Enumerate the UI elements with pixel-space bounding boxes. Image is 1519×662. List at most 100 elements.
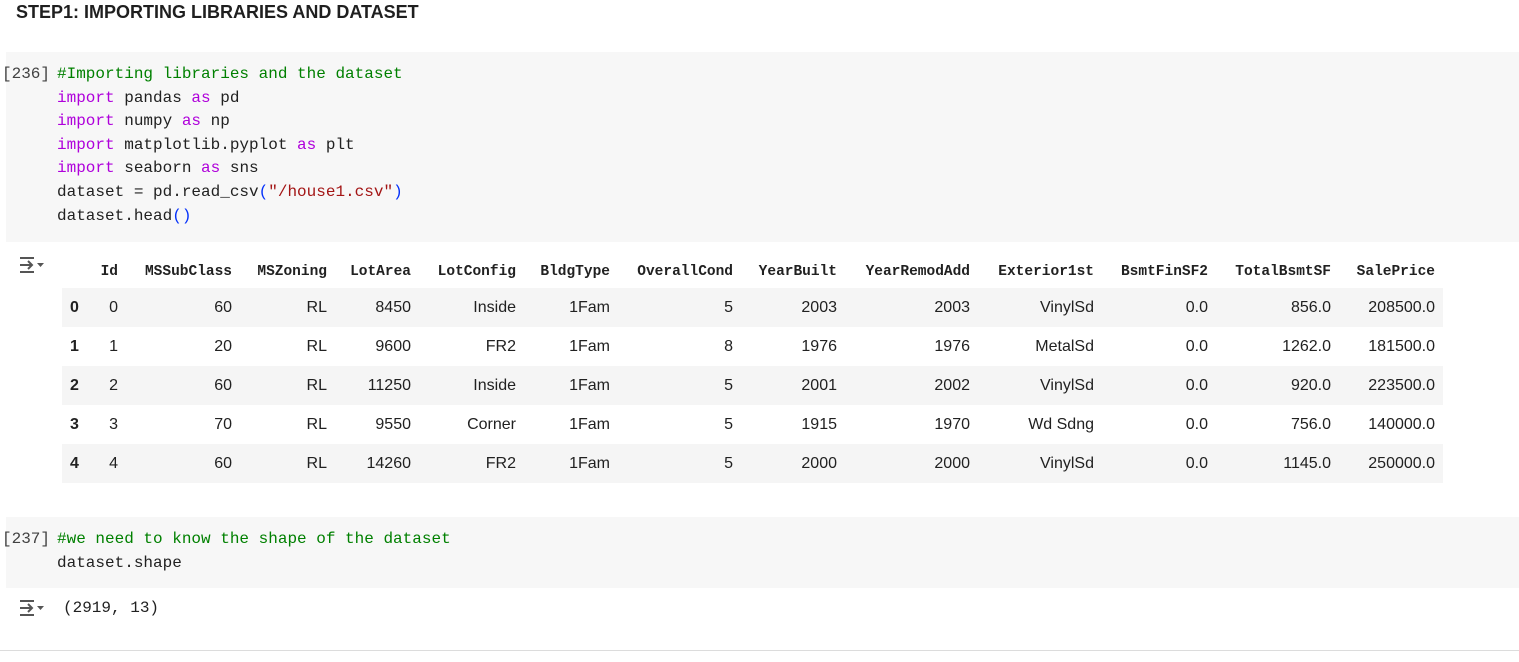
table-cell: 2003 <box>934 298 970 316</box>
table-cell: FR2 <box>485 337 516 355</box>
execution-count[interactable]: [237] <box>2 530 50 548</box>
section-heading: STEP1: IMPORTING LIBRARIES AND DATASET <box>16 2 419 22</box>
table-cell: 756.0 <box>1290 415 1331 433</box>
table-cell: 2000 <box>934 454 970 472</box>
column-header: LotConfig <box>437 264 516 280</box>
table-cell: 2000 <box>801 454 837 472</box>
output-toggle-icon[interactable] <box>18 599 46 617</box>
table-cell: Wd Sdng <box>1028 415 1094 433</box>
code-token: seaborn <box>114 159 202 178</box>
table-cell: 1976 <box>934 337 970 355</box>
table-cell: 208500.0 <box>1368 298 1435 316</box>
table-cell: 1Fam <box>569 454 610 472</box>
code-token: ) <box>393 182 403 201</box>
code-token: np <box>201 112 230 131</box>
table-cell: 920.0 <box>1290 376 1331 394</box>
table-cell: 0.0 <box>1185 376 1208 394</box>
table-cell: 3 <box>109 415 118 433</box>
column-header: OverallCond <box>637 264 733 280</box>
row-index: 1 <box>70 337 79 355</box>
table-cell: 2001 <box>801 376 837 394</box>
code-token: as <box>181 112 202 131</box>
code-token: as <box>297 135 317 154</box>
table-cell: 2 <box>109 376 118 394</box>
table-cell: 0.0 <box>1185 454 1208 472</box>
execution-count[interactable]: [236] <box>2 65 50 83</box>
table-cell: 5 <box>724 454 733 472</box>
table-cell: 5 <box>724 376 733 394</box>
table-cell: 60 <box>214 454 232 472</box>
table-row: 0 0 60 RL 8450 Inside 1Fam 5 2003 2003 VinylSd 0.0 8… <box>62 288 1443 327</box>
table-cell: 181500.0 <box>1368 337 1435 355</box>
code-token: matplotlib.pyplot <box>114 135 298 154</box>
dataframe-table: Id MSSubClass MSZoning LotArea LotConfig Bldg… <box>62 256 1443 483</box>
row-index: 0 <box>70 298 79 316</box>
column-header: Id <box>100 264 118 280</box>
table-cell: VinylSd <box>1040 298 1094 316</box>
table-cell: 11250 <box>367 376 411 394</box>
table-cell: 1Fam <box>569 298 610 316</box>
code-string: "/house1.csv" <box>268 182 394 201</box>
table-cell: 2003 <box>801 298 837 316</box>
column-header: YearBuilt <box>758 264 837 280</box>
table-cell: 1Fam <box>569 337 610 355</box>
code-token: as <box>191 88 211 107</box>
table-cell: 1262.0 <box>1282 337 1331 355</box>
code-comment: #we need to know the shape of the datase… <box>57 530 451 548</box>
table-row: 2 2 60 RL 11250 Inside 1Fam 5 2001 2002 VinylSd 0.0… <box>62 366 1443 405</box>
table-cell: 20 <box>214 337 232 355</box>
table-cell: 8 <box>724 337 733 355</box>
table-cell: 1Fam <box>569 376 610 394</box>
table-cell: 1Fam <box>569 415 610 433</box>
table-cell: Inside <box>473 376 516 394</box>
column-header: MSSubClass <box>144 264 232 280</box>
column-header: BsmtFinSF2 <box>1120 264 1208 280</box>
table-cell: RL <box>306 298 327 316</box>
table-cell: 14260 <box>366 454 412 472</box>
table-cell: 140000.0 <box>1368 415 1435 433</box>
table-cell: 70 <box>214 415 232 433</box>
table-cell: 9550 <box>375 415 411 433</box>
table-row: 1 1 20 RL 9600 FR2 1Fam 8 1976 1976 MetalSd 0.0 1262… <box>62 327 1443 366</box>
table-cell: 2002 <box>934 376 970 394</box>
column-header <box>62 256 92 288</box>
table-cell: 1915 <box>801 415 837 433</box>
table-cell: 856.0 <box>1290 298 1331 316</box>
table-cell: 5 <box>724 298 733 316</box>
table-cell: VinylSd <box>1040 454 1094 472</box>
code-token: import <box>57 135 115 154</box>
table-cell: 60 <box>214 298 232 316</box>
table-cell: 1145.0 <box>1283 454 1331 472</box>
column-header: LotArea <box>350 264 411 280</box>
code-token: import <box>57 88 115 107</box>
column-header: SalePrice <box>1356 264 1435 280</box>
code-token: sns <box>220 159 259 178</box>
code-token: import <box>57 159 115 178</box>
column-header: TotalBsmtSF <box>1235 264 1331 280</box>
code-token: as <box>201 159 221 178</box>
table-cell: RL <box>306 376 327 394</box>
output-toggle-icon[interactable] <box>18 256 46 274</box>
table-cell: VinylSd <box>1040 376 1094 394</box>
column-header: YearRemodAdd <box>865 264 970 280</box>
code-comment: #Importing libraries and the dataset <box>57 65 403 83</box>
code-editor[interactable]: #Importing libraries and the dataset imp… <box>57 63 403 228</box>
code-token: () <box>172 206 192 225</box>
table-cell: 1 <box>109 337 118 355</box>
code-token: pandas <box>114 88 192 107</box>
code-token: dataset = pd.read_csv <box>57 182 259 201</box>
table-cell: 4 <box>109 454 118 472</box>
table-cell: Inside <box>473 298 516 316</box>
table-cell: 5 <box>724 415 733 433</box>
shape-output: (2919, 13) <box>63 599 160 617</box>
code-token: import <box>57 112 115 131</box>
table-cell: 0.0 <box>1185 298 1208 316</box>
row-index: 2 <box>70 376 79 394</box>
code-token: dataset.head <box>57 206 173 225</box>
row-index: 4 <box>70 454 79 472</box>
code-editor[interactable]: #we need to know the shape of the datase… <box>57 528 451 575</box>
table-cell: RL <box>306 337 327 355</box>
table-cell: Corner <box>467 415 516 433</box>
row-index: 3 <box>70 415 79 433</box>
code-token: pd <box>210 88 240 107</box>
